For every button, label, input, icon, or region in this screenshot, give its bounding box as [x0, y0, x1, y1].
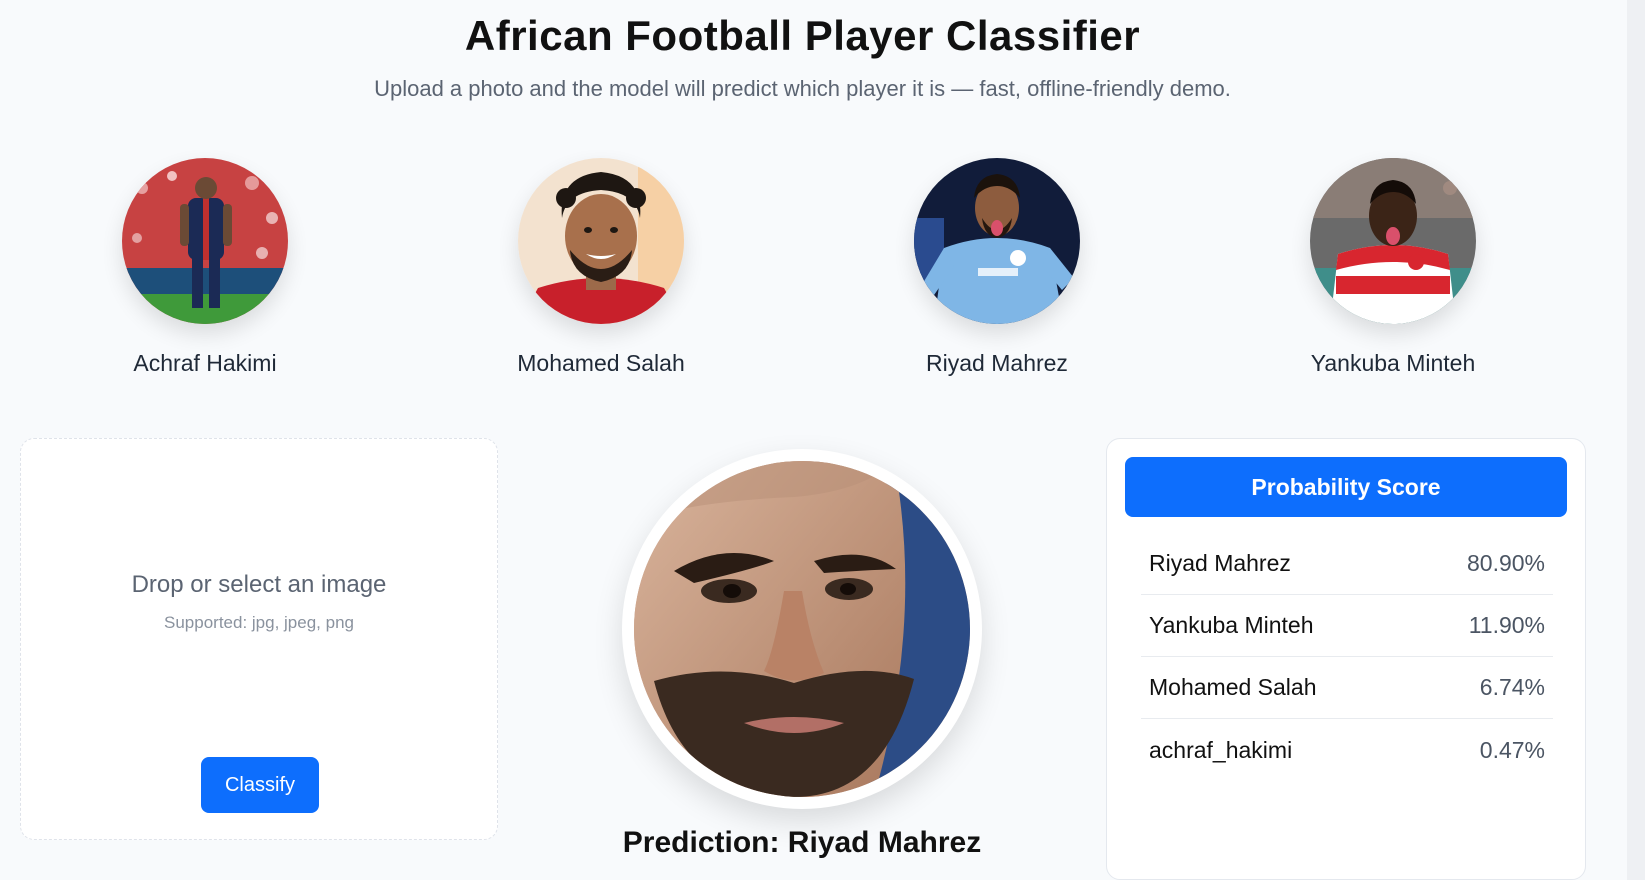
probability-player-name: Riyad Mahrez [1149, 550, 1291, 576]
player-avatar [1310, 158, 1476, 324]
prediction-result: Prediction: Riyad Mahrez [622, 826, 982, 859]
probability-row: Riyad Mahrez 80.90% [1141, 533, 1553, 595]
probability-value: 80.90% [1466, 550, 1545, 576]
gallery-name: Yankuba Minteh [1310, 350, 1476, 376]
gallery-item-riyad-mahrez: Riyad Mahrez [832, 158, 1162, 377]
probability-row: achraf_hakimi 0.47% [1141, 719, 1553, 781]
dropzone-title: Drop or select an image [131, 571, 387, 598]
gallery-item-achraf-hakimi: Achraf Hakimi [40, 158, 370, 377]
image-dropzone[interactable]: Drop or select an image Supported: jpg, … [20, 438, 498, 840]
probability-player-name: Yankuba Minteh [1149, 612, 1314, 638]
player-avatar [122, 158, 288, 324]
page-title: African Football Player Classifier [464, 12, 1141, 59]
gallery-item-yankuba-minteh: Yankuba Minteh [1228, 158, 1558, 377]
probability-player-name: Mohamed Salah [1149, 674, 1317, 700]
gallery-name: Achraf Hakimi [133, 350, 277, 376]
gallery-name: Riyad Mahrez [926, 350, 1068, 376]
probability-row: Mohamed Salah 6.74% [1141, 657, 1553, 719]
player-avatar [518, 158, 684, 324]
probability-list: Riyad Mahrez 80.90% Yankuba Minteh 11.90… [1141, 533, 1553, 781]
probability-card: Probability Score Riyad Mahrez 80.90% Ya… [1106, 438, 1586, 880]
probability-value: 11.90% [1468, 612, 1545, 638]
page-subtitle: Upload a photo and the model will predic… [374, 76, 1231, 101]
probability-value: 6.74% [1479, 674, 1545, 700]
probability-value: 0.47% [1479, 736, 1545, 763]
page-scrollbar[interactable] [1627, 0, 1645, 880]
player-avatar [914, 158, 1080, 324]
uploaded-image-preview [622, 449, 982, 809]
probability-header: Probability Score [1125, 457, 1567, 517]
dropzone-supported-formats: Supported: jpg, jpeg, png [164, 613, 354, 632]
classify-button[interactable]: Classify [201, 757, 319, 813]
probability-row: Yankuba Minteh 11.90% [1141, 595, 1553, 657]
probability-player-name: achraf_hakimi [1149, 736, 1293, 763]
app-page: African Football Player Classifier Uploa… [0, 0, 1645, 880]
gallery-name: Mohamed Salah [517, 350, 685, 376]
gallery-item-mohamed-salah: Mohamed Salah [436, 158, 766, 377]
